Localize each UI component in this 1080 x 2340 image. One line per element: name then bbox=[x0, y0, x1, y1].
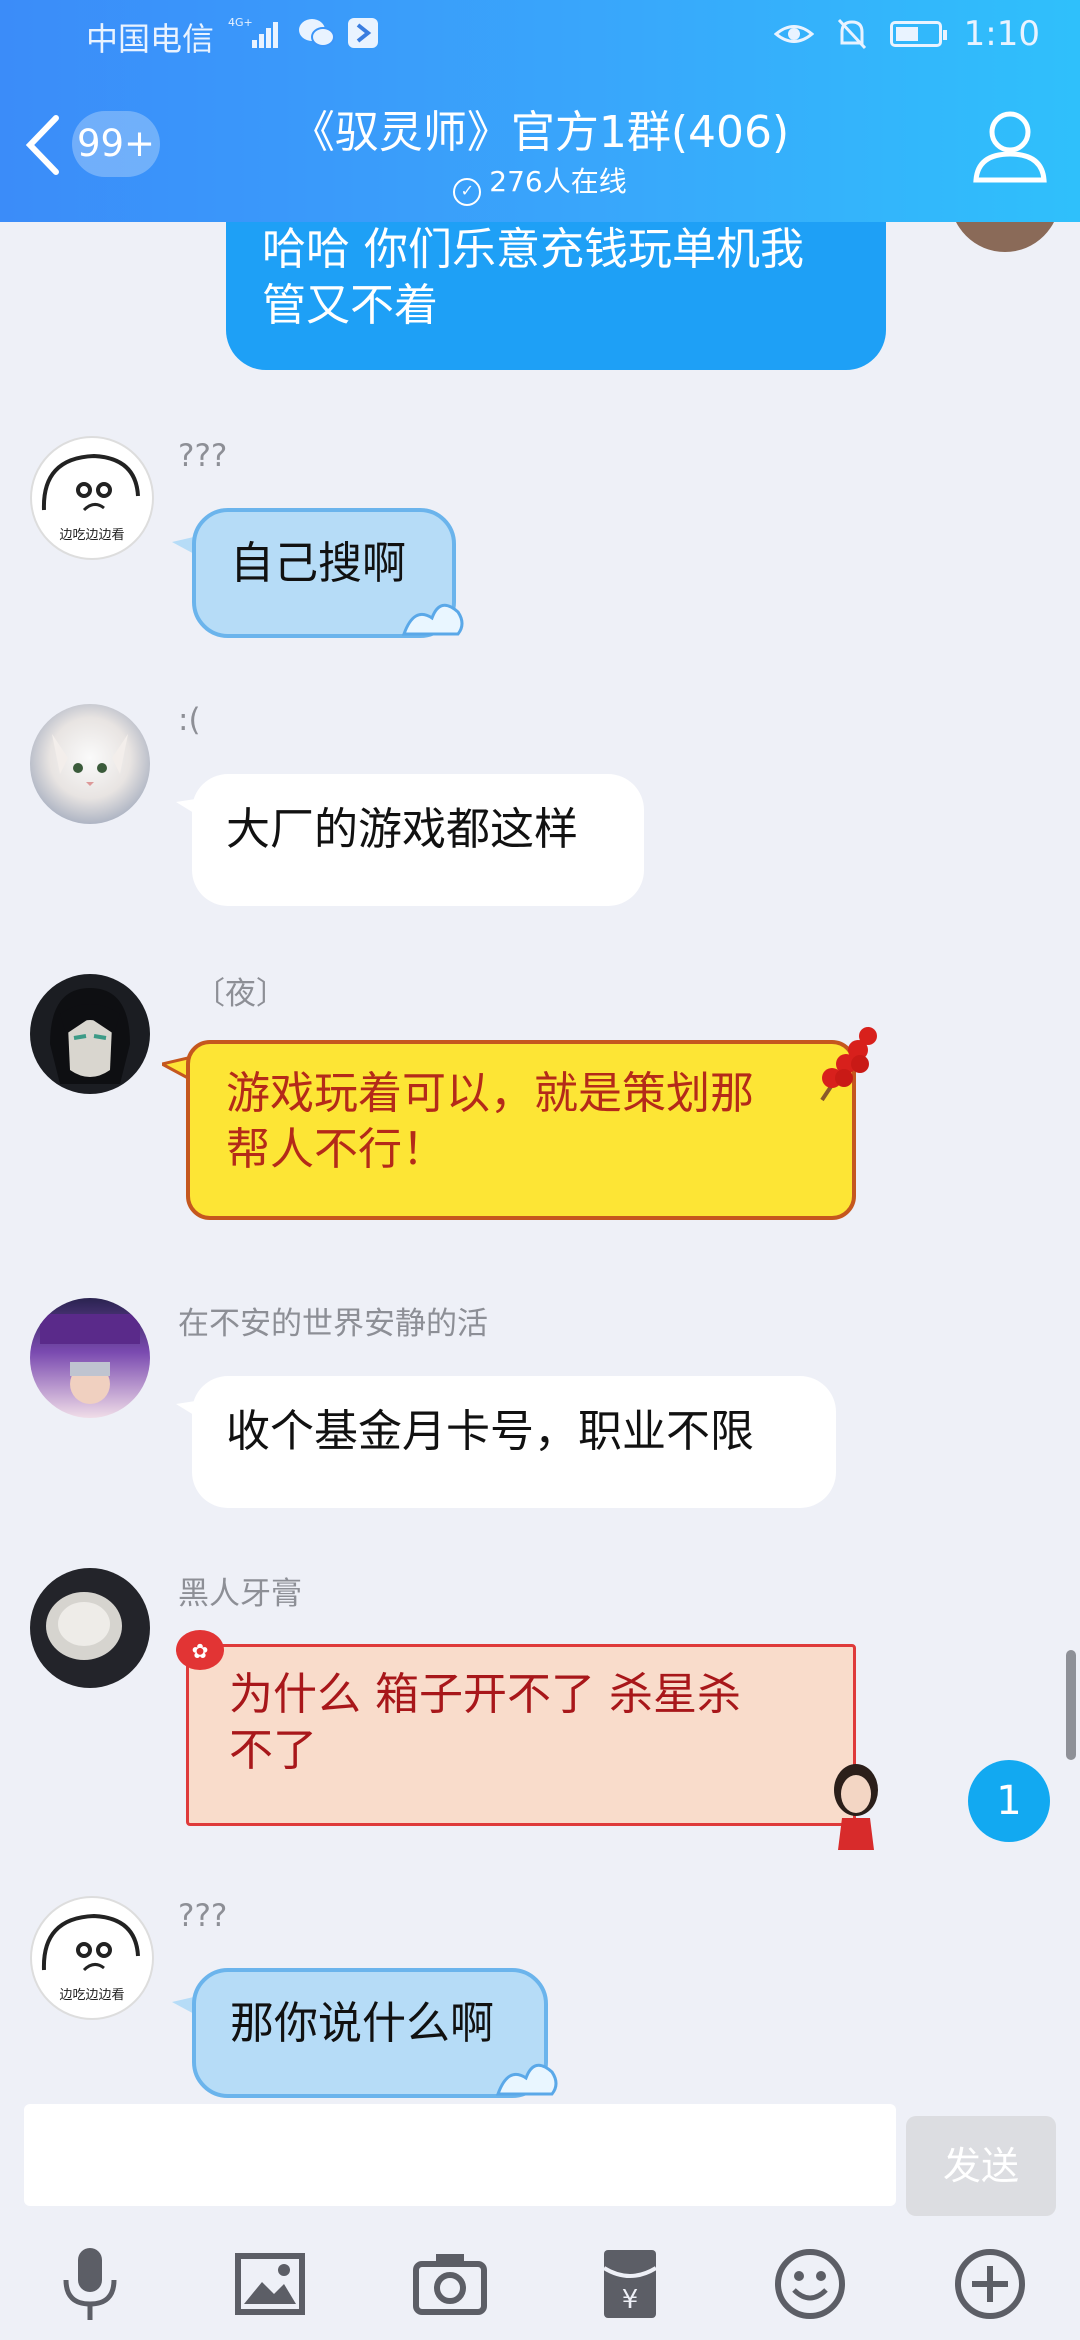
app-header: 中国电信 4G+ 1:10 99+ 《驭灵师》官方1群(406) ✓ 276人在… bbox=[0, 0, 1080, 222]
camera-icon[interactable] bbox=[410, 2244, 490, 2324]
avatar-caption: 边吃边边看 bbox=[59, 528, 125, 543]
message-line: 管又不着 bbox=[262, 280, 438, 331]
anime-character-icon bbox=[50, 988, 130, 1084]
cat-photo-icon bbox=[52, 734, 128, 786]
plus-icon[interactable] bbox=[950, 2244, 1030, 2324]
online-count: ✓ 276人在线 bbox=[0, 160, 1080, 206]
self-avatar-edge bbox=[950, 222, 1060, 252]
message-bubble[interactable]: 收个基金月卡号，职业不限 bbox=[192, 1376, 836, 1508]
message-item: 边吃边边看 ??? 自己搜啊 bbox=[0, 432, 1080, 662]
status-left-icons: 4G+ bbox=[228, 16, 380, 50]
status-bar: 中国电信 4G+ 1:10 bbox=[0, 0, 1080, 72]
avatar[interactable] bbox=[30, 1568, 150, 1688]
avatar-caption: 边吃边边看 bbox=[59, 1988, 125, 2003]
sticker-girl-icon bbox=[834, 1764, 878, 1850]
message-self: 哈哈 你们乐意充钱玩单机我 管又不着 bbox=[0, 222, 1080, 372]
message-item: 黑人牙膏 为什么 箱子开不了 杀星杀 不了 ✿ bbox=[0, 1564, 1080, 1864]
avatar[interactable] bbox=[30, 704, 150, 824]
microphone-icon[interactable] bbox=[50, 2244, 130, 2324]
emoji-icon[interactable] bbox=[770, 2244, 850, 2324]
online-check-icon: ✓ bbox=[453, 178, 482, 206]
message-bubble[interactable]: 大厂的游戏都这样 bbox=[192, 774, 644, 906]
sender-name[interactable]: 〔夜〕 bbox=[194, 968, 287, 1013]
online-count-label: 276人在线 bbox=[489, 165, 627, 198]
message-input[interactable] bbox=[24, 2104, 896, 2206]
eye-icon bbox=[773, 25, 814, 43]
clock: 1:10 bbox=[963, 14, 1040, 54]
chat-area[interactable]: 哈哈 你们乐意充钱玩单机我 管又不着 边吃边边看 ??? 自己搜啊:(大厂的… bbox=[0, 222, 1080, 2100]
sender-name[interactable]: 在不安的世界安静的活 bbox=[178, 1298, 488, 1343]
chat-scrollbar[interactable] bbox=[1066, 1650, 1076, 1760]
avatar[interactable] bbox=[30, 974, 150, 1094]
status-right-icons: 1:10 bbox=[773, 14, 1040, 54]
network-type: 4G+ bbox=[228, 16, 253, 29]
message-line: 帮人不行！ bbox=[226, 1124, 446, 1175]
battery-icon bbox=[889, 21, 947, 47]
toothpaste-photo-icon bbox=[46, 1592, 122, 1660]
sender-name[interactable]: ??? bbox=[178, 438, 227, 474]
mute-bell-icon bbox=[837, 18, 866, 50]
message-text: 大厂的游戏都这样 bbox=[226, 804, 578, 855]
message-bubble[interactable]: 游戏玩着可以，就是策划那 帮人不行！ bbox=[186, 1040, 856, 1220]
wechat-icon bbox=[299, 19, 335, 47]
red-packet-icon[interactable]: ¥ bbox=[590, 2244, 670, 2324]
message-line: 不了 bbox=[229, 1725, 317, 1776]
wave-decoration bbox=[495, 2063, 558, 2096]
avatar[interactable]: 边吃边边看 bbox=[30, 436, 154, 560]
avatar[interactable]: 边吃边边看 bbox=[30, 1896, 154, 2020]
message-text: 收个基金月卡号，职业不限 bbox=[226, 1406, 754, 1457]
send-button[interactable]: 发送 bbox=[906, 2116, 1056, 2216]
signal-icon: 4G+ bbox=[228, 16, 278, 48]
app-notification-icon bbox=[348, 18, 378, 48]
svg-text:¥: ¥ bbox=[622, 2285, 639, 2315]
message-item: 边吃边边看 ??? 那你说什么啊 bbox=[0, 1892, 1080, 2100]
svg-text:✿: ✿ bbox=[192, 1639, 209, 1663]
candied-haws-icon bbox=[820, 1026, 877, 1102]
sender-name[interactable]: :( bbox=[178, 702, 201, 738]
message-text: 那你说什么啊 bbox=[230, 1998, 494, 2049]
message-item: :( 大厂的游戏都这样 bbox=[0, 700, 1080, 906]
message-line: 为什么 箱子开不了 杀星杀 bbox=[229, 1669, 741, 1720]
new-message-count-badge[interactable]: 1 bbox=[968, 1760, 1050, 1842]
message-item: 在不安的世界安静的活 收个基金月卡号，职业不限 bbox=[0, 1294, 1080, 1514]
group-members-icon[interactable] bbox=[968, 106, 1052, 184]
carrier-label: 中国电信 bbox=[86, 20, 215, 58]
avatar[interactable] bbox=[30, 1298, 150, 1418]
wave-decoration bbox=[401, 603, 464, 636]
group-title[interactable]: 《驭灵师》官方1群(406) bbox=[0, 96, 1080, 160]
message-line: 游戏玩着可以，就是策划那 bbox=[226, 1068, 754, 1119]
message-item: 〔夜〕 游戏玩着可以，就是策划那 帮人不行！ bbox=[0, 968, 1080, 1220]
bubble-tail bbox=[162, 1056, 188, 1080]
image-icon[interactable] bbox=[230, 2244, 310, 2324]
sender-name[interactable]: ??? bbox=[178, 1898, 227, 1934]
sender-name[interactable]: 黑人牙膏 bbox=[178, 1568, 302, 1613]
message-bubble[interactable]: 为什么 箱子开不了 杀星杀 不了 bbox=[186, 1644, 856, 1826]
composer-toolbar: ¥ bbox=[0, 2236, 1080, 2336]
message-bubble[interactable]: 哈哈 你们乐意充钱玩单机我 管又不着 bbox=[226, 222, 886, 370]
message-line: 哈哈 你们乐意充钱玩单机我 bbox=[262, 224, 804, 275]
anime-collage-icon bbox=[40, 1314, 140, 1404]
red-flower-icon: ✿ bbox=[176, 1630, 224, 1670]
message-text: 自己搜啊 bbox=[230, 538, 406, 589]
